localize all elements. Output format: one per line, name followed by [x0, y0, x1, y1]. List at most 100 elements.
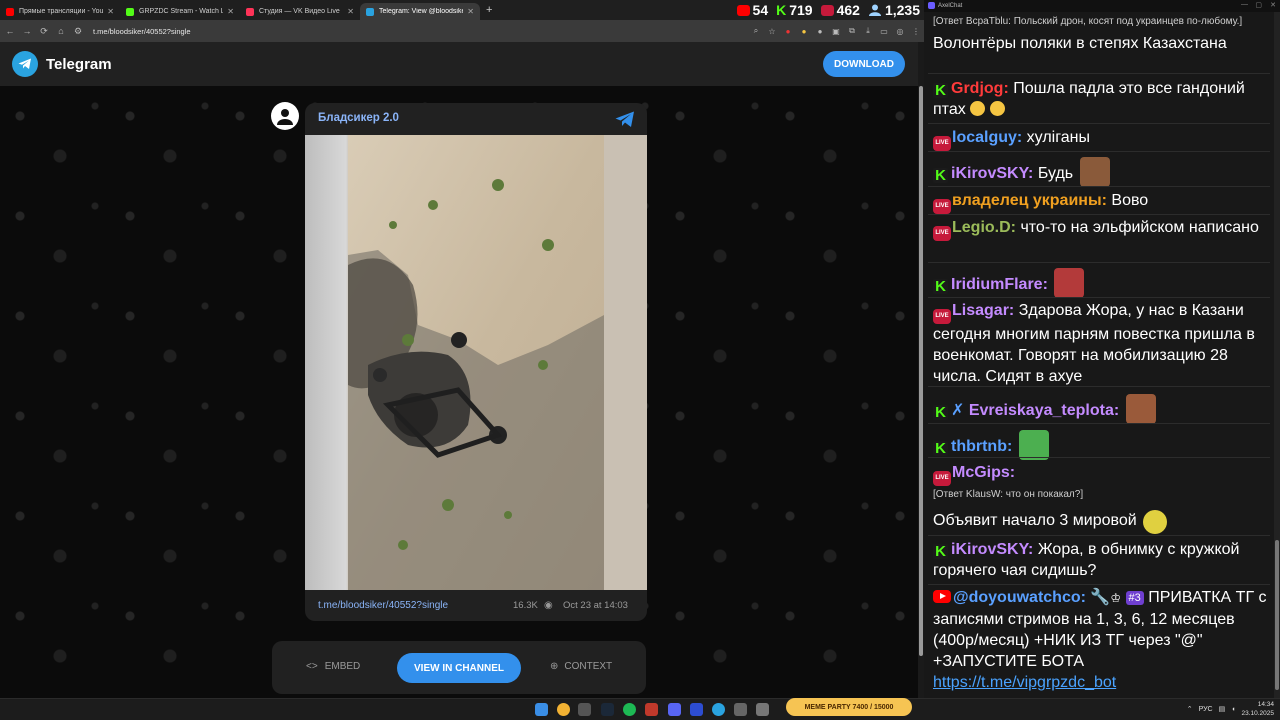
username[interactable]: Legio.D: — [952, 219, 1016, 236]
message-line: Объявит начало 3 мировой — [933, 510, 1271, 534]
profile-icon[interactable]: ◎ — [892, 27, 908, 36]
downloads-icon[interactable]: ⤓ — [860, 26, 876, 36]
stat-viewers: 1,235 — [868, 2, 920, 18]
telegram-post: Бладсикер 2.0 t.me/bloodsiker/40552?sing… — [305, 103, 647, 621]
back-icon[interactable]: ← — [3, 26, 17, 36]
tab-telegram[interactable]: Telegram: View @bloodsiker ✕ — [360, 3, 480, 20]
split-view-icon[interactable]: ▭ — [876, 27, 892, 36]
tab-title: Прямые трансляции - YouTube — [19, 8, 104, 15]
screenshot-icon[interactable]: ▣ — [828, 27, 844, 36]
reload-icon[interactable]: ⟳ — [37, 26, 51, 37]
username[interactable]: thbrtnb: — [951, 438, 1012, 455]
spotify-icon[interactable] — [623, 703, 636, 716]
telegram-brand[interactable]: Telegram — [46, 56, 112, 73]
telegram-logo-icon[interactable] — [12, 51, 38, 77]
meme-party-widget[interactable]: MEME PARTY 7400 / 15000 — [786, 698, 912, 716]
telegram-header: Telegram DOWNLOAD — [0, 42, 918, 86]
chat-scrollbar-thumb[interactable] — [1275, 540, 1279, 690]
network-icon[interactable]: ▤ — [1219, 705, 1226, 713]
address-bar: ← → ⟳ ⌂ ⚙ t.me/bloodsiker/40552?single ⌕… — [0, 20, 924, 42]
media-player-icon[interactable] — [690, 703, 703, 716]
steam-icon[interactable] — [601, 703, 614, 716]
close-icon[interactable]: ✕ — [227, 7, 234, 16]
username[interactable]: Evreiskaya_teplota: — [969, 402, 1119, 419]
explorer-icon[interactable] — [756, 703, 769, 716]
channel-name[interactable]: Бладсикер 2.0 — [318, 112, 399, 124]
zoom-icon[interactable]: ⌕ — [748, 26, 764, 36]
download-button[interactable]: DOWNLOAD — [823, 51, 905, 77]
username[interactable]: Lisagar: — [952, 302, 1014, 319]
username[interactable]: владелец украины: — [952, 192, 1107, 209]
tab-title: GRPZDC Stream - Watch Live o — [139, 8, 224, 15]
bookmark-star-icon[interactable]: ☆ — [764, 27, 780, 36]
chat-message: LIVE McGips: [Ответ KlausW: что он покака… — [933, 462, 1271, 534]
chevron-up-icon[interactable]: ⌃ — [1187, 705, 1193, 713]
extension-icon[interactable]: ● — [796, 27, 812, 36]
extensions-puzzle-icon[interactable]: ⧉ — [844, 26, 860, 36]
chat-message: KiKirovSKY: Будь — [933, 157, 1271, 187]
stat-kick: K 719 — [776, 2, 812, 18]
telegram-plane-icon[interactable] — [615, 111, 635, 128]
view-in-channel-button[interactable]: VIEW IN CHANNEL — [397, 653, 521, 683]
stream-stats: 54 K 719 462 1,235 — [736, 0, 920, 20]
search-taskbar-icon[interactable] — [578, 703, 591, 716]
browser-window: Прямые трансляции - YouTube ✕ GRPZDC Str… — [0, 0, 924, 698]
tab-youtube[interactable]: Прямые трансляции - YouTube ✕ — [0, 3, 120, 20]
language-indicator[interactable]: РУС — [1199, 706, 1213, 713]
minimize-icon[interactable]: — — [1241, 1, 1248, 8]
post-action-bar: <> EMBED VIEW IN CHANNEL ⊕ CONTEXT — [272, 641, 646, 694]
kick-badge-icon: K — [933, 405, 948, 420]
page-scrollbar-thumb[interactable] — [919, 86, 923, 656]
username[interactable]: IridiumFlare: — [951, 276, 1048, 293]
character-emote-icon — [1054, 268, 1085, 298]
username[interactable]: Grdjog: — [951, 80, 1009, 97]
site-info-icon[interactable]: ⚙ — [71, 26, 85, 37]
channel-avatar[interactable] — [271, 102, 299, 130]
close-icon[interactable]: ✕ — [467, 7, 474, 16]
code-brackets-icon: <> — [306, 661, 318, 672]
username[interactable]: iKirovSKY: — [951, 541, 1033, 558]
tab-kick[interactable]: GRPZDC Stream - Watch Live o ✕ — [120, 3, 240, 20]
obs-icon[interactable] — [734, 703, 747, 716]
vk-icon — [246, 7, 254, 16]
discord-icon[interactable] — [668, 703, 681, 716]
home-icon[interactable]: ⌂ — [54, 26, 68, 36]
close-icon[interactable]: ✕ — [347, 7, 354, 16]
forward-icon[interactable]: → — [20, 26, 34, 36]
post-media[interactable] — [305, 135, 647, 590]
close-icon[interactable]: ✕ — [107, 7, 114, 16]
kick-badge-icon: K — [933, 279, 948, 294]
clock[interactable]: 14:34 23.10.2025 — [1241, 700, 1274, 718]
volume-icon[interactable]: ◖ — [1231, 706, 1235, 713]
chat-panel: AxelChat — ▢ ✕ [Ответ ВсраТblu: Польский… — [924, 0, 1280, 698]
windows-start-icon[interactable] — [535, 703, 548, 716]
viewers-icon — [868, 4, 881, 16]
embed-button[interactable]: <> EMBED — [306, 661, 360, 672]
url-field[interactable]: t.me/bloodsiker/40552?single — [93, 27, 748, 36]
extension-icon[interactable]: ● — [812, 27, 828, 36]
tab-vk[interactable]: Студия — VK Видео Live ✕ — [240, 3, 360, 20]
context-button[interactable]: ⊕ CONTEXT — [550, 661, 612, 672]
username[interactable]: iKirovSKY: — [951, 165, 1033, 182]
maximize-icon[interactable]: ▢ — [1255, 1, 1262, 9]
telegram-icon — [366, 7, 374, 16]
post-link[interactable]: t.me/bloodsiker/40552?single — [318, 600, 448, 611]
chrome-icon[interactable] — [557, 703, 570, 716]
close-icon[interactable]: ✕ — [1270, 1, 1276, 9]
bot-link[interactable]: https://t.me/vipgrpzdc_bot — [933, 674, 1116, 691]
chat-message: [Ответ ВсраТblu: Польский дрон, косят по… — [933, 13, 1271, 54]
live-badge-icon: LIVE — [933, 136, 951, 151]
username[interactable]: @doyouwatchco: — [953, 589, 1086, 606]
username[interactable]: localguy: — [952, 129, 1022, 146]
message-text: Объявит начало 3 мировой — [933, 512, 1137, 529]
recorder-icon[interactable] — [645, 703, 658, 716]
username[interactable]: McGips: — [952, 464, 1015, 481]
menu-kebab-icon[interactable]: ⋮ — [908, 27, 924, 36]
telegram-taskbar-icon[interactable] — [712, 703, 725, 716]
extension-icon[interactable]: ● — [780, 27, 796, 36]
face-emote-icon — [1125, 394, 1156, 424]
new-tab-button[interactable]: + — [486, 4, 492, 16]
user-silhouette-icon — [277, 109, 293, 125]
stat-value: 462 — [836, 2, 860, 18]
live-badge-icon: LIVE — [933, 471, 951, 486]
